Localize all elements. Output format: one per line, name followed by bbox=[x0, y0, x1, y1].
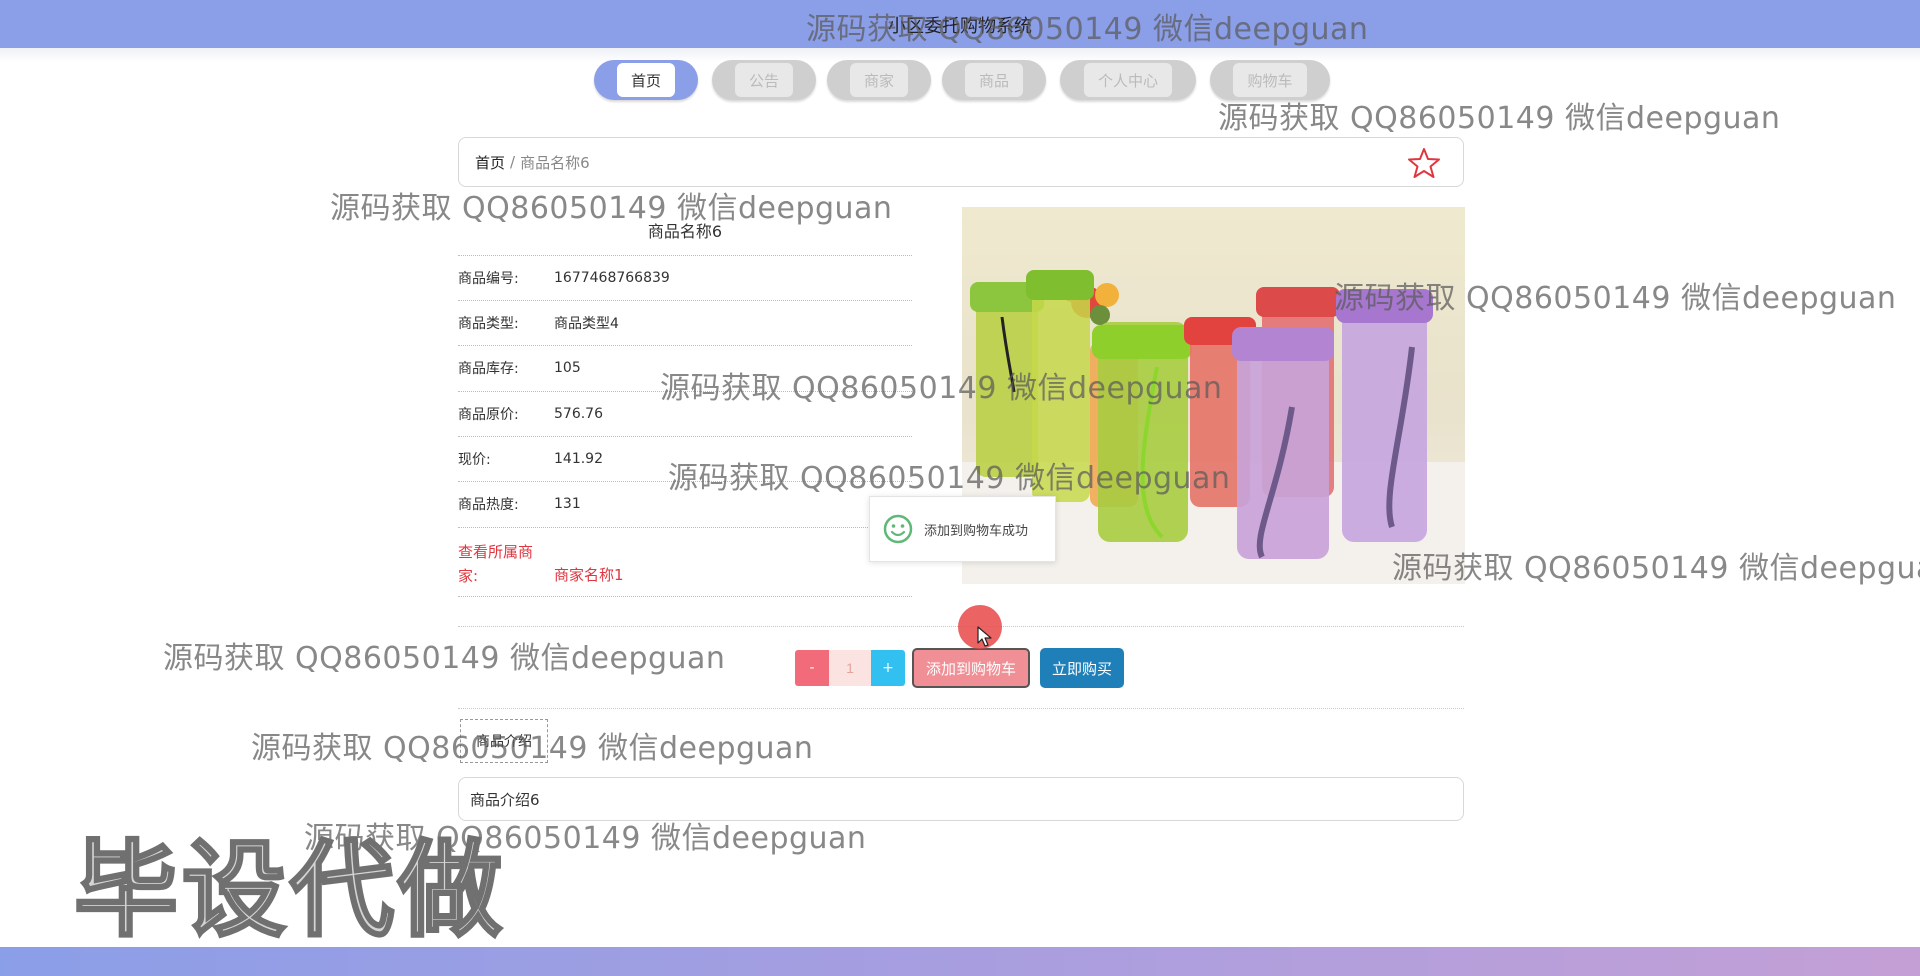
smile-icon bbox=[883, 514, 913, 544]
toast-add-to-cart-success: 添加到购物车成功 bbox=[869, 496, 1056, 562]
nav-home-label: 首页 bbox=[616, 63, 675, 97]
watermark-text: 源码获取 QQ86050149 微信deepguan bbox=[251, 731, 814, 766]
breadcrumb-home[interactable]: 首页 bbox=[475, 152, 505, 173]
detail-label: 商品原价: bbox=[458, 407, 519, 423]
watermark-text: 源码获取 QQ86050149 微信deepguan bbox=[1334, 281, 1897, 316]
quantity-increase-button[interactable]: + bbox=[871, 650, 905, 686]
quantity-input[interactable] bbox=[829, 650, 871, 686]
detail-label: 商品热度: bbox=[458, 497, 519, 513]
detail-value: 商品类型4 bbox=[554, 316, 619, 332]
watermark-text: 源码获取 QQ86050149 微信deepguan bbox=[163, 641, 726, 676]
detail-label: 现价: bbox=[458, 452, 491, 468]
watermark-text: 源码获取 QQ86050149 微信deepguan bbox=[806, 12, 1369, 47]
watermark-text: 源码获取 QQ86050149 微信deepguan bbox=[660, 371, 1223, 406]
watermark-text: 源码获取 QQ86050149 微信deepguan bbox=[1392, 551, 1920, 586]
nav-merchant[interactable]: 商家 bbox=[827, 60, 931, 100]
page-root: 小区委托购物系统 首页 公告 商家 商品 个人中心 购物车 首页 / 商品名称6… bbox=[0, 0, 1920, 976]
view-merchant-link[interactable]: 查看所属商家: bbox=[458, 540, 548, 588]
detail-label: 商品库存: bbox=[458, 361, 519, 377]
nav-merchant-label: 商家 bbox=[849, 63, 908, 97]
quantity-decrease-button[interactable]: - bbox=[795, 650, 829, 686]
nav-profile[interactable]: 个人中心 bbox=[1060, 60, 1196, 100]
detail-label: 商品类型: bbox=[458, 316, 519, 332]
detail-row-type: 商品类型: 商品类型4 bbox=[458, 300, 912, 345]
watermark-text: 源码获取 QQ86050149 微信deepguan bbox=[330, 191, 893, 226]
nav-notice-label: 公告 bbox=[734, 63, 793, 97]
toast-text: 添加到购物车成功 bbox=[924, 523, 1029, 539]
mouse-cursor-icon bbox=[977, 626, 992, 647]
add-to-cart-button[interactable]: 添加到购物车 bbox=[912, 648, 1030, 688]
detail-label: 商品编号: bbox=[458, 271, 519, 287]
detail-value: 1677468766839 bbox=[554, 270, 670, 286]
nav-notice[interactable]: 公告 bbox=[712, 60, 816, 100]
watermark-text: 源码获取 QQ86050149 微信deepguan bbox=[1218, 101, 1781, 136]
merchant-name[interactable]: 商家名称1 bbox=[554, 564, 624, 585]
divider bbox=[458, 708, 1464, 709]
merchant-row: 查看所属商家: 商家名称1 bbox=[458, 527, 912, 597]
nav-profile-label: 个人中心 bbox=[1083, 63, 1172, 97]
detail-value: 576.76 bbox=[554, 406, 603, 422]
watermark-big-text: 毕设代做 bbox=[72, 828, 507, 953]
detail-row-code: 商品编号: 1677468766839 bbox=[458, 255, 912, 300]
favorite-star-icon[interactable] bbox=[1407, 147, 1441, 179]
watermark-text: 源码获取 QQ86050149 微信deepguan bbox=[668, 461, 1231, 496]
breadcrumb: 首页 / 商品名称6 bbox=[458, 137, 1464, 187]
nav-home[interactable]: 首页 bbox=[594, 60, 698, 100]
nav-goods[interactable]: 商品 bbox=[942, 60, 1046, 100]
breadcrumb-current: 商品名称6 bbox=[520, 153, 590, 172]
nav-goods-label: 商品 bbox=[964, 63, 1023, 97]
detail-value: 131 bbox=[554, 496, 581, 512]
nav-cart-label: 购物车 bbox=[1233, 63, 1307, 97]
buy-now-button[interactable]: 立即购买 bbox=[1040, 648, 1124, 688]
breadcrumb-separator: / bbox=[510, 153, 516, 171]
